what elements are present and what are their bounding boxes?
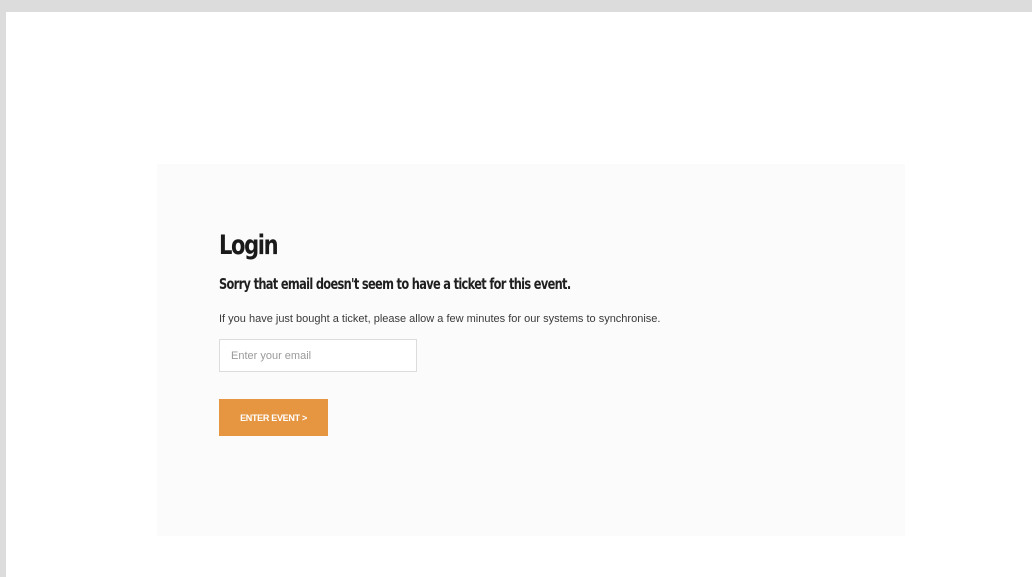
login-panel: Login Sorry that email doesn't seem to h…	[157, 164, 905, 536]
email-input[interactable]	[219, 339, 417, 372]
page-viewport: Login Sorry that email doesn't seem to h…	[6, 12, 1032, 577]
error-message: Sorry that email doesn't seem to have a …	[219, 275, 571, 293]
info-message: If you have just bought a ticket, please…	[219, 313, 661, 325]
login-title: Login	[219, 230, 279, 261]
enter-event-button[interactable]: ENTER EVENT >	[219, 399, 328, 436]
